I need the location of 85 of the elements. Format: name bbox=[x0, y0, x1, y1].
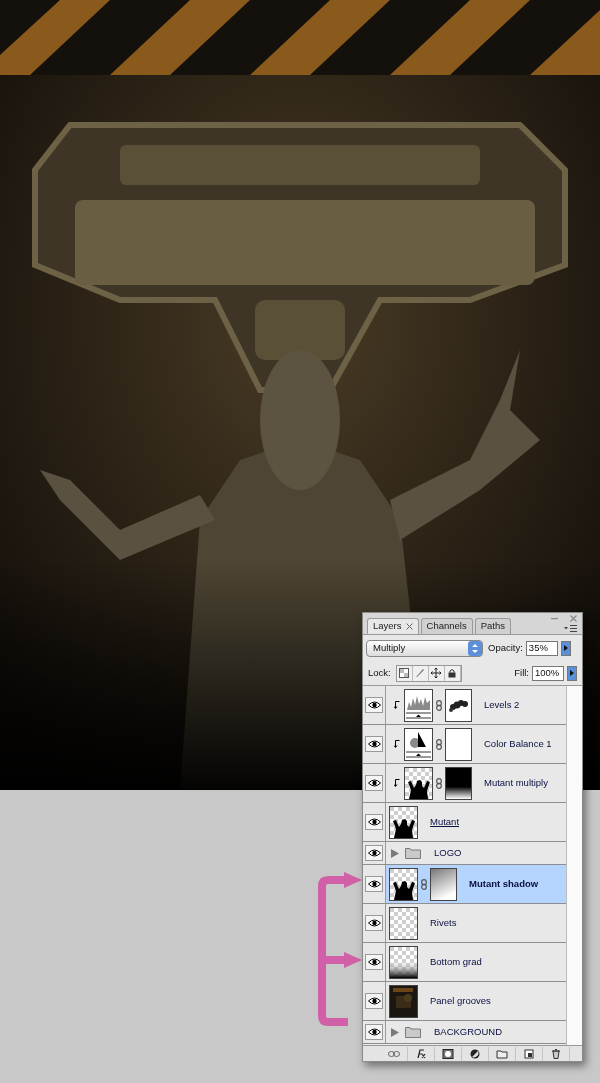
layer-mask-thumbnail bbox=[430, 867, 457, 901]
layer-row[interactable]: Color Balance 1 bbox=[363, 725, 566, 764]
layer-mask-thumbnail bbox=[445, 766, 472, 800]
eye-icon bbox=[367, 997, 381, 1005]
opacity-slider-button[interactable] bbox=[560, 640, 571, 656]
disclosure-triangle-icon[interactable] bbox=[391, 848, 399, 858]
chain-link-icon[interactable] bbox=[436, 699, 442, 711]
layer-thumbnail bbox=[389, 906, 418, 940]
eye-icon bbox=[367, 880, 381, 888]
layer-name: Levels 2 bbox=[484, 697, 520, 712]
arrow-right-icon bbox=[570, 670, 574, 676]
folder-icon bbox=[405, 1026, 421, 1038]
layer-row[interactable]: Mutant multiply bbox=[363, 764, 566, 803]
dropdown-arrows-icon bbox=[468, 640, 482, 656]
panel-menu-icon[interactable] bbox=[564, 625, 577, 632]
layer-thumbnail bbox=[404, 766, 433, 800]
visibility-toggle[interactable] bbox=[365, 736, 383, 752]
folder-icon bbox=[405, 847, 421, 859]
link-layers-icon[interactable] bbox=[388, 1048, 400, 1059]
layer-row[interactable]: Mutant bbox=[363, 803, 566, 842]
layer-name: Mutant shadow bbox=[469, 876, 539, 891]
eye-icon bbox=[367, 849, 381, 857]
layer-row[interactable]: Mutant shadow bbox=[363, 865, 566, 904]
layer-name: Color Balance 1 bbox=[484, 736, 552, 751]
layer-name: Panel grooves bbox=[430, 993, 491, 1008]
layer-thumbnail bbox=[389, 867, 418, 901]
layer-thumbnail bbox=[389, 945, 418, 979]
visibility-toggle[interactable] bbox=[365, 876, 383, 892]
layer-row[interactable]: Panel grooves bbox=[363, 982, 566, 1021]
layer-name: LOGO bbox=[434, 845, 462, 860]
layer-name: Bottom grad bbox=[430, 954, 482, 969]
eye-icon bbox=[367, 701, 381, 709]
layer-mask-thumbnail bbox=[445, 688, 472, 722]
mask-icon[interactable] bbox=[442, 1048, 454, 1059]
adjustment-icon[interactable] bbox=[469, 1048, 481, 1059]
folder-icon[interactable] bbox=[496, 1048, 508, 1059]
chain-link-icon[interactable] bbox=[421, 878, 427, 890]
eye-icon bbox=[367, 958, 381, 966]
chain-link-icon[interactable] bbox=[436, 777, 442, 789]
visibility-toggle[interactable] bbox=[365, 697, 383, 713]
visibility-toggle[interactable] bbox=[365, 954, 383, 970]
layer-thumbnail bbox=[404, 688, 433, 722]
eye-icon bbox=[367, 919, 381, 927]
new-layer-icon[interactable] bbox=[523, 1048, 535, 1059]
blend-mode-dropdown[interactable]: Multiply bbox=[366, 639, 483, 657]
fx-icon[interactable] bbox=[415, 1048, 427, 1059]
layer-row[interactable]: BACKGROUND bbox=[363, 1021, 566, 1044]
layer-name: Rivets bbox=[430, 915, 457, 930]
visibility-toggle[interactable] bbox=[365, 1024, 383, 1040]
layer-row[interactable]: Bottom grad bbox=[363, 943, 566, 982]
opacity-field[interactable]: 35% bbox=[525, 640, 558, 656]
panel-tab[interactable]: Channels bbox=[420, 618, 473, 634]
visibility-toggle[interactable] bbox=[365, 814, 383, 830]
visibility-toggle[interactable] bbox=[365, 775, 383, 791]
fill-field[interactable]: 100% bbox=[532, 665, 564, 681]
layer-name: Mutant bbox=[430, 814, 460, 829]
layer-thumbnail bbox=[389, 805, 418, 839]
opacity-label: Opacity: bbox=[488, 640, 523, 655]
fill-slider-button[interactable] bbox=[567, 665, 577, 681]
layer-row[interactable]: LOGO bbox=[363, 842, 566, 865]
visibility-toggle[interactable] bbox=[365, 915, 383, 931]
arrow-right-icon bbox=[563, 645, 568, 651]
disclosure-triangle-icon[interactable] bbox=[391, 1027, 399, 1037]
fill-label: Fill: bbox=[514, 665, 529, 680]
layer-thumbnail bbox=[389, 984, 418, 1018]
chain-link-icon[interactable] bbox=[436, 738, 442, 750]
layer-thumbnail bbox=[404, 727, 433, 761]
panel-tab[interactable]: Layers bbox=[367, 618, 419, 634]
close-icon[interactable] bbox=[405, 623, 413, 630]
layer-row[interactable]: Levels 2 bbox=[363, 686, 566, 725]
visibility-toggle[interactable] bbox=[365, 845, 383, 861]
layer-mask-thumbnail bbox=[445, 727, 472, 761]
lock-label: Lock: bbox=[368, 665, 391, 680]
eye-icon bbox=[367, 740, 381, 748]
trash-icon[interactable] bbox=[550, 1048, 562, 1059]
visibility-toggle[interactable] bbox=[365, 993, 383, 1009]
lock-transparency-icon[interactable] bbox=[396, 665, 413, 681]
layer-row[interactable]: Rivets bbox=[363, 904, 566, 943]
eye-icon bbox=[367, 1028, 381, 1036]
eye-icon bbox=[367, 779, 381, 787]
panel-tab[interactable]: Paths bbox=[474, 618, 511, 634]
eye-icon bbox=[367, 818, 381, 826]
scrollbar-track[interactable] bbox=[566, 686, 582, 1045]
layer-name: Mutant multiply bbox=[484, 775, 548, 790]
layer-name: BACKGROUND bbox=[434, 1024, 503, 1039]
